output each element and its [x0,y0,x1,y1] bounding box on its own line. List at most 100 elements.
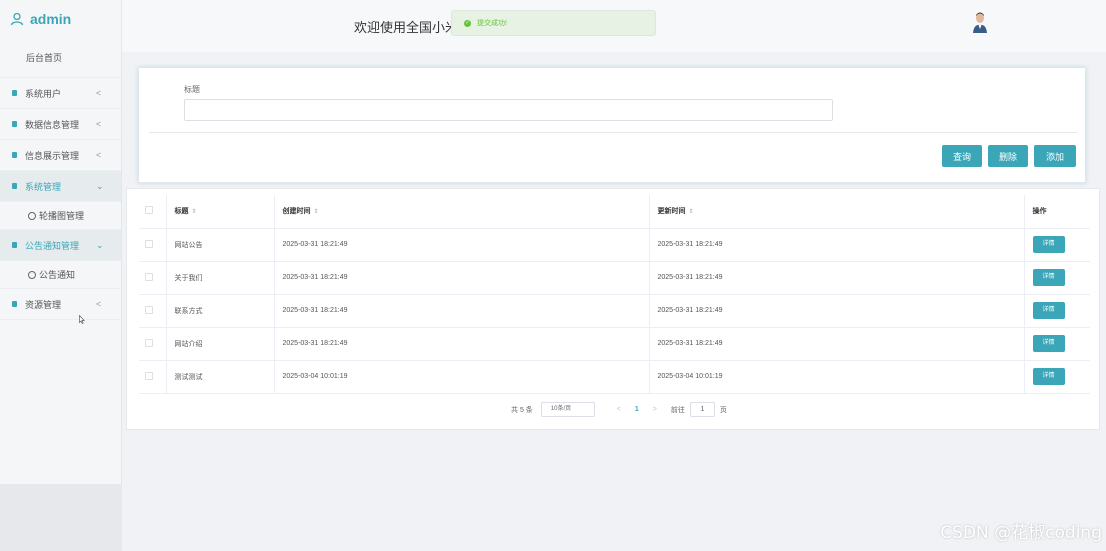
row-checkbox[interactable] [139,327,167,361]
detail-button[interactable]: 详情 [1032,269,1065,286]
chevron-left-icon: < [96,299,102,309]
sidebar-item-system-users[interactable]: 系统用户 < [0,78,121,109]
column-header-label: 创建时间 [282,208,311,216]
user-icon [10,12,24,26]
brand[interactable]: admin [0,0,121,38]
select-all-checkbox[interactable] [139,195,167,229]
top-header: 欢迎使用全国小米 ✓ 提交成功! [122,0,1106,52]
cell-title: 关于我们 [166,261,275,295]
title-search-input[interactable] [184,99,833,121]
sidebar-item-label: 系统用户 [25,88,62,99]
row-checkbox[interactable] [139,228,167,262]
sort-icon[interactable]: ⇕ [192,209,197,215]
cell-updated: 2025-03-31 18:21:49 [649,261,1025,295]
column-header-updated[interactable]: 更新时间 ⇕ [649,195,1025,229]
table-header-row: 标题 ⇕ 创建时间 ⇕ 更新时间 ⇕ 操作 [139,195,1090,229]
menu-dot-icon [12,121,17,127]
cell-action: 详情 [1024,228,1090,262]
table-row: 联系方式 2025-03-31 18:21:49 2025-03-31 18:2… [139,294,1090,328]
cell-updated: 2025-03-31 18:21:49 [649,327,1025,361]
sidebar: admin 后台首页 系统用户 < 数据信息管理 < 信息展示管理 < 系统管理 ⌄ 轮… [0,0,122,551]
column-header-created[interactable]: 创建时间 ⇕ [274,195,650,229]
sidebar-item-resource-manage[interactable]: 资源管理 < [0,289,121,320]
pagination: 共 5 条 10条/页 < 1 > 前往 1 页 [511,402,727,417]
checkbox-icon [145,371,153,380]
sort-icon[interactable]: ⇕ [689,209,694,215]
chevron-down-icon: ⌄ [96,180,104,191]
detail-button[interactable]: 详情 [1032,302,1065,319]
mouse-cursor-icon [79,315,85,324]
page-title: 欢迎使用全国小米 [354,20,459,35]
cell-updated: 2025-03-31 18:21:49 [649,294,1025,328]
detail-button[interactable]: 详情 [1032,335,1065,352]
table-row: 测试测试 2025-03-04 10:01:19 2025-03-04 10:0… [139,360,1090,394]
sidebar-subitem-notice[interactable]: 公告通知 [0,261,121,289]
sidebar-subitem-label: 轮播图管理 [39,211,85,221]
table-row: 网站介绍 2025-03-31 18:21:49 2025-03-31 18:2… [139,327,1090,361]
checkbox-icon [145,338,153,347]
detail-button[interactable]: 详情 [1032,236,1065,253]
sidebar-item-label: 系统管理 [25,181,62,192]
table-row: 网站公告 2025-03-31 18:21:49 2025-03-31 18:2… [139,228,1090,262]
cell-title: 联系方式 [166,294,275,328]
column-header-label: 标题 [174,208,189,216]
cell-action: 详情 [1024,261,1090,295]
page-number-current[interactable]: 1 [635,406,639,413]
sidebar-item-label: 公告通知管理 [25,240,80,251]
toast-message: 提交成功! [477,20,507,27]
sidebar-item-data-info[interactable]: 数据信息管理 < [0,109,121,140]
chevron-left-icon: < [96,119,102,129]
cell-created: 2025-03-04 10:01:19 [274,360,650,394]
checkbox-icon [145,239,153,248]
sidebar-item-system-manage[interactable]: 系统管理 ⌄ [0,171,121,202]
sort-icon[interactable]: ⇕ [314,209,319,215]
cell-created: 2025-03-31 18:21:49 [274,228,650,262]
avatar[interactable] [972,11,988,33]
circle-icon [28,270,36,279]
sidebar-item-label: 信息展示管理 [25,150,80,161]
query-button[interactable]: 查询 [942,145,982,167]
delete-button[interactable]: 删除 [988,145,1028,167]
menu-dot-icon [12,183,17,189]
sidebar-footer [0,484,122,551]
cell-created: 2025-03-31 18:21:49 [274,294,650,328]
divider [149,132,1077,133]
column-header-action: 操作 [1024,195,1090,229]
next-page-button[interactable]: > [653,406,657,413]
cell-updated: 2025-03-31 18:21:49 [649,228,1025,262]
cell-action: 详情 [1024,360,1090,394]
menu-dot-icon [12,152,17,158]
sidebar-item-info-display[interactable]: 信息展示管理 < [0,140,121,171]
add-button[interactable]: 添加 [1034,145,1076,167]
cell-title: 网站介绍 [166,327,275,361]
row-checkbox[interactable] [139,294,167,328]
sidebar-item-label: 资源管理 [25,299,62,310]
prev-page-button[interactable]: < [617,406,621,413]
row-checkbox[interactable] [139,261,167,295]
brand-name: admin [30,11,72,27]
cell-created: 2025-03-31 18:21:49 [274,327,650,361]
chevron-left-icon: < [96,150,102,160]
cell-created: 2025-03-31 18:21:49 [274,261,650,295]
checkbox-icon [145,206,153,215]
checkbox-icon [145,305,153,314]
notice-table: 标题 ⇕ 创建时间 ⇕ 更新时间 ⇕ 操作 网站公告 2025-03-31 18:21… [139,195,1090,394]
cell-action: 详情 [1024,327,1090,361]
sidebar-subitem-carousel[interactable]: 轮播图管理 [0,202,121,230]
menu-dot-icon [12,90,17,96]
page-size-select[interactable]: 10条/页 [540,402,595,417]
sidebar-item-label: 数据信息管理 [25,119,80,130]
sidebar-item-notice-manage[interactable]: 公告通知管理 ⌄ [0,230,121,261]
detail-button[interactable]: 详情 [1032,368,1065,385]
chevron-down-icon: ⌄ [96,239,104,250]
column-header-title[interactable]: 标题 ⇕ [166,195,275,229]
watermark: CSDN @花椒coding [940,523,1102,543]
column-header-label: 更新时间 [657,208,686,216]
sidebar-item-home[interactable]: 后台首页 [0,38,121,78]
goto-page-input[interactable]: 1 [689,402,715,417]
cell-updated: 2025-03-04 10:01:19 [649,360,1025,394]
cell-action: 详情 [1024,294,1090,328]
row-checkbox[interactable] [139,360,167,394]
page-unit-label: 页 [719,406,727,414]
search-panel: 标题 查询 删除 添加 [138,67,1086,183]
